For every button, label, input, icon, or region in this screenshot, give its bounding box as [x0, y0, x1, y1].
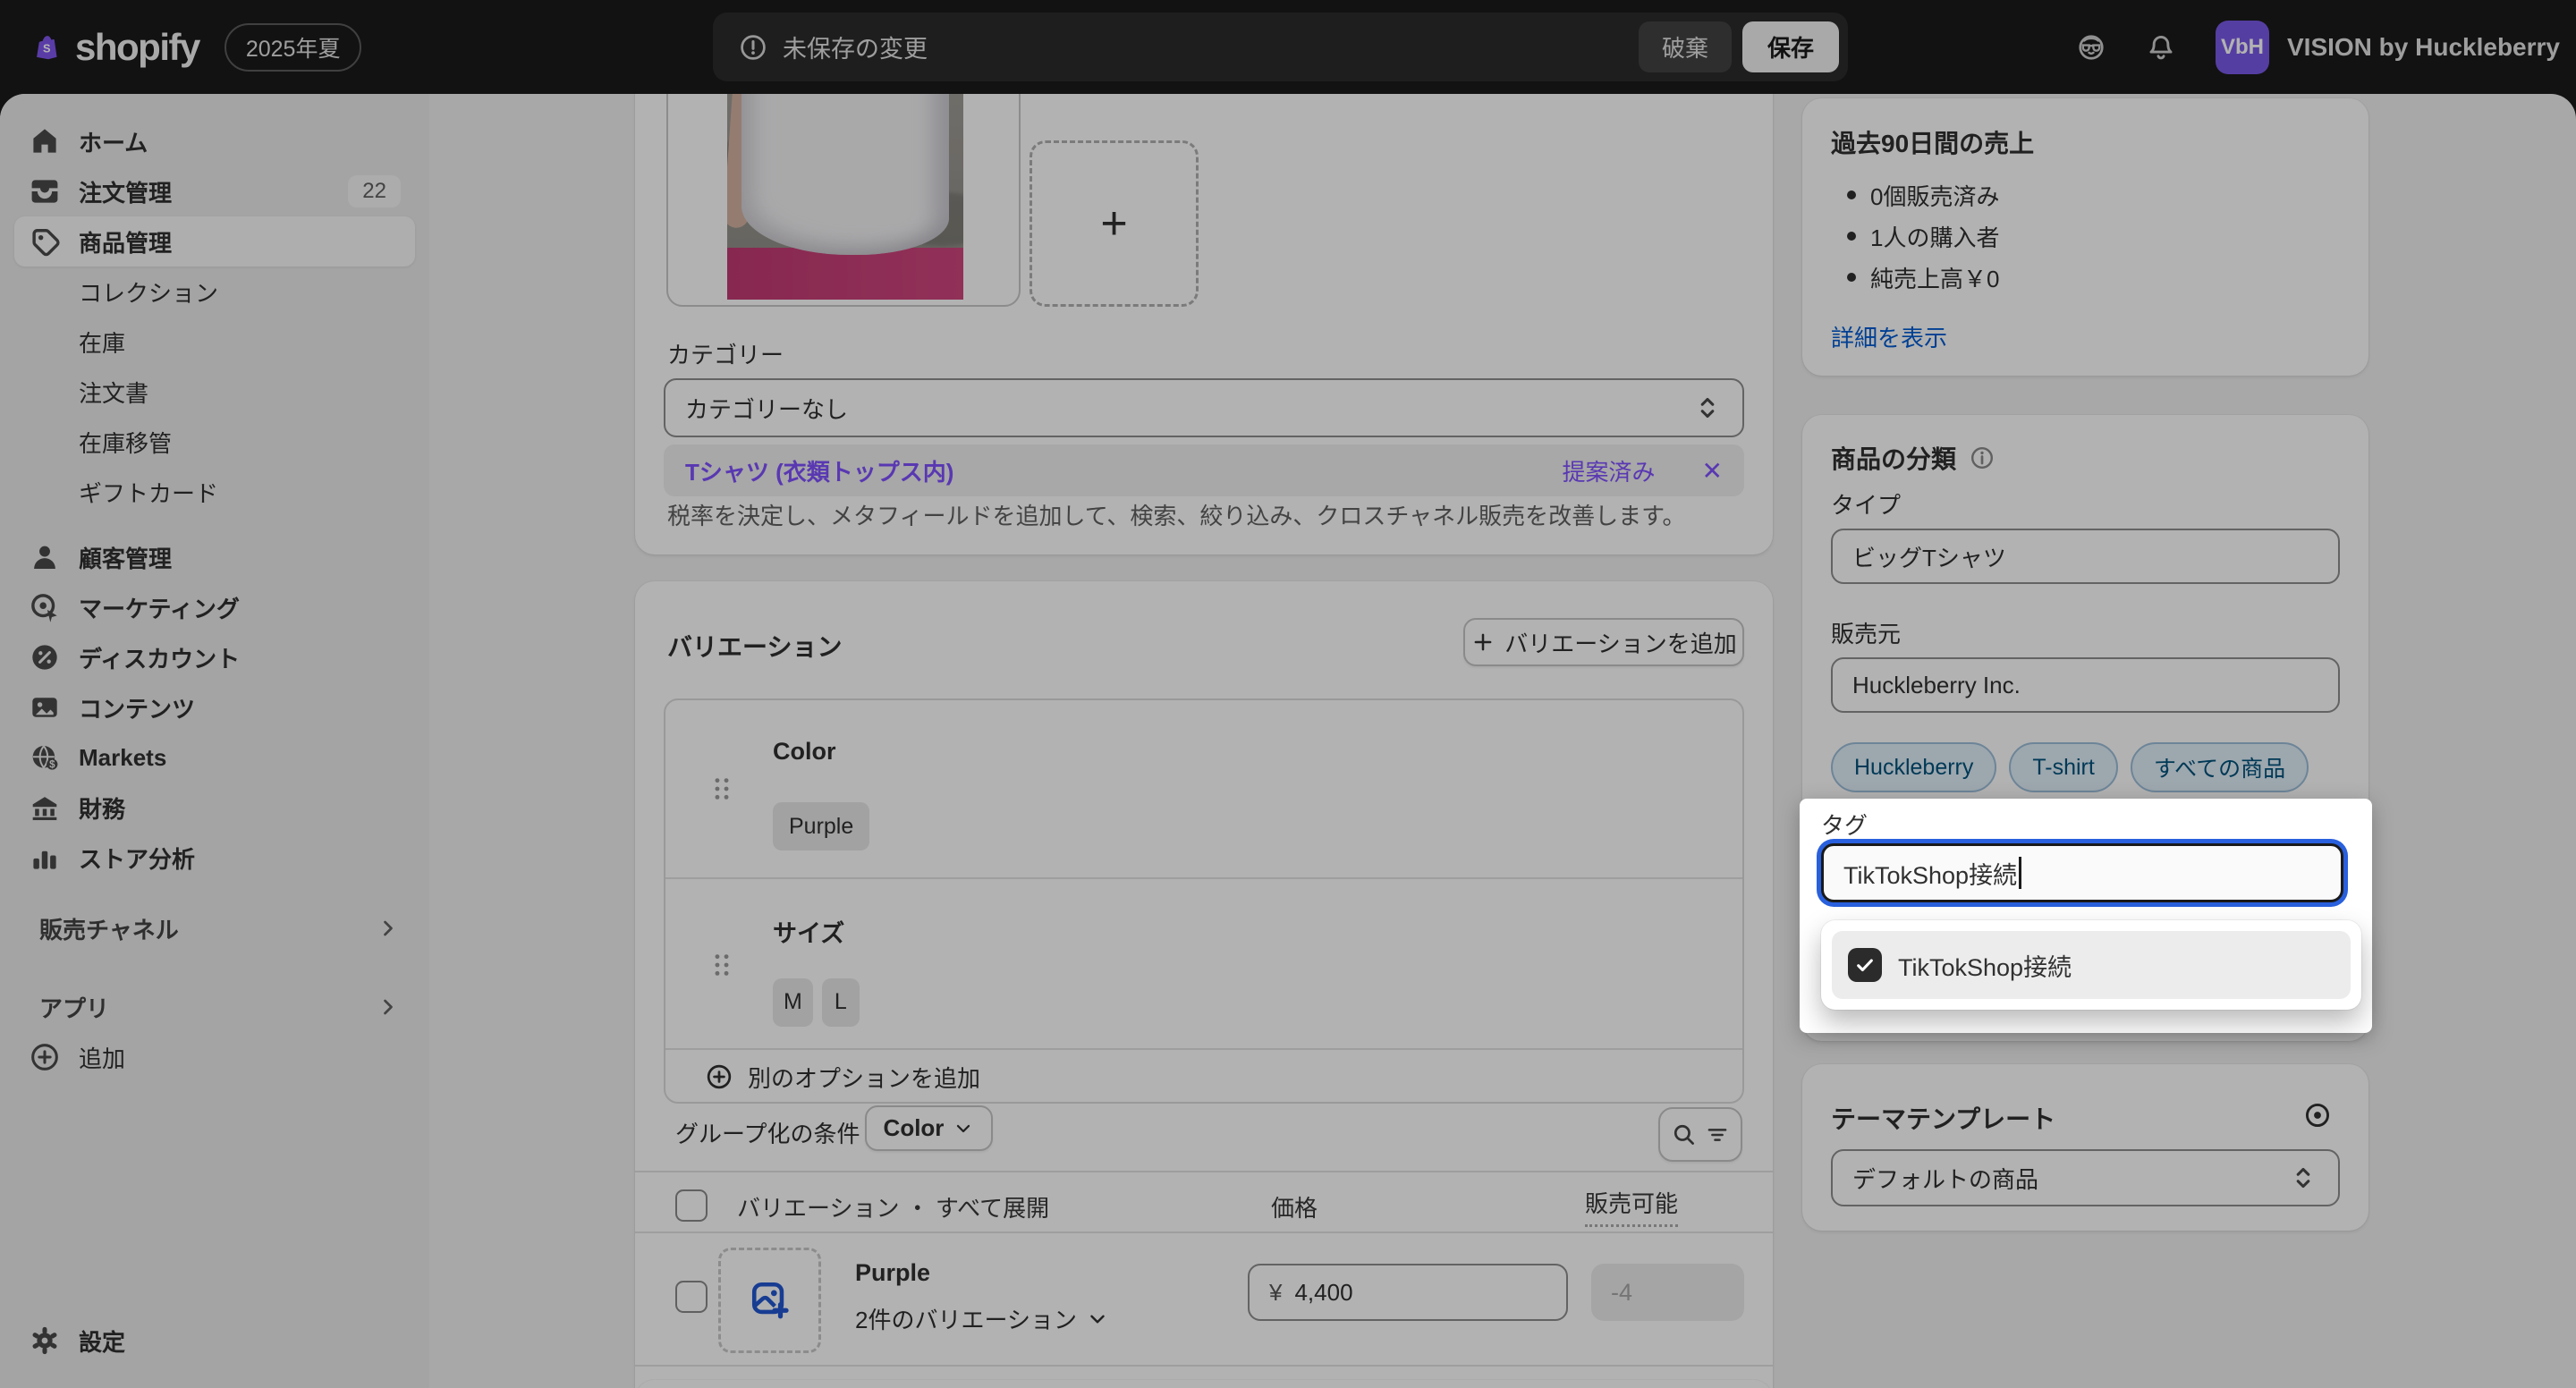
checked-checkbox-icon[interactable]: [1848, 948, 1882, 982]
tag-suggestion-dropdown: TikTokShop接続: [1821, 920, 2361, 1010]
tag-option-label: TikTokShop接続: [1898, 948, 2072, 983]
tag-input-value: TikTokShop接続: [1843, 856, 2017, 891]
tag-label: タグ: [1821, 808, 1868, 841]
dim-overlay: [0, 0, 2576, 1388]
tag-option[interactable]: TikTokShop接続: [1832, 931, 2351, 999]
check-icon: [1853, 953, 1877, 977]
tag-input[interactable]: TikTokShop接続: [1821, 843, 2343, 902]
text-caret: [2019, 857, 2021, 889]
tag-spotlight-panel: タグ TikTokShop接続 TikTokShop接続: [1800, 799, 2372, 1033]
